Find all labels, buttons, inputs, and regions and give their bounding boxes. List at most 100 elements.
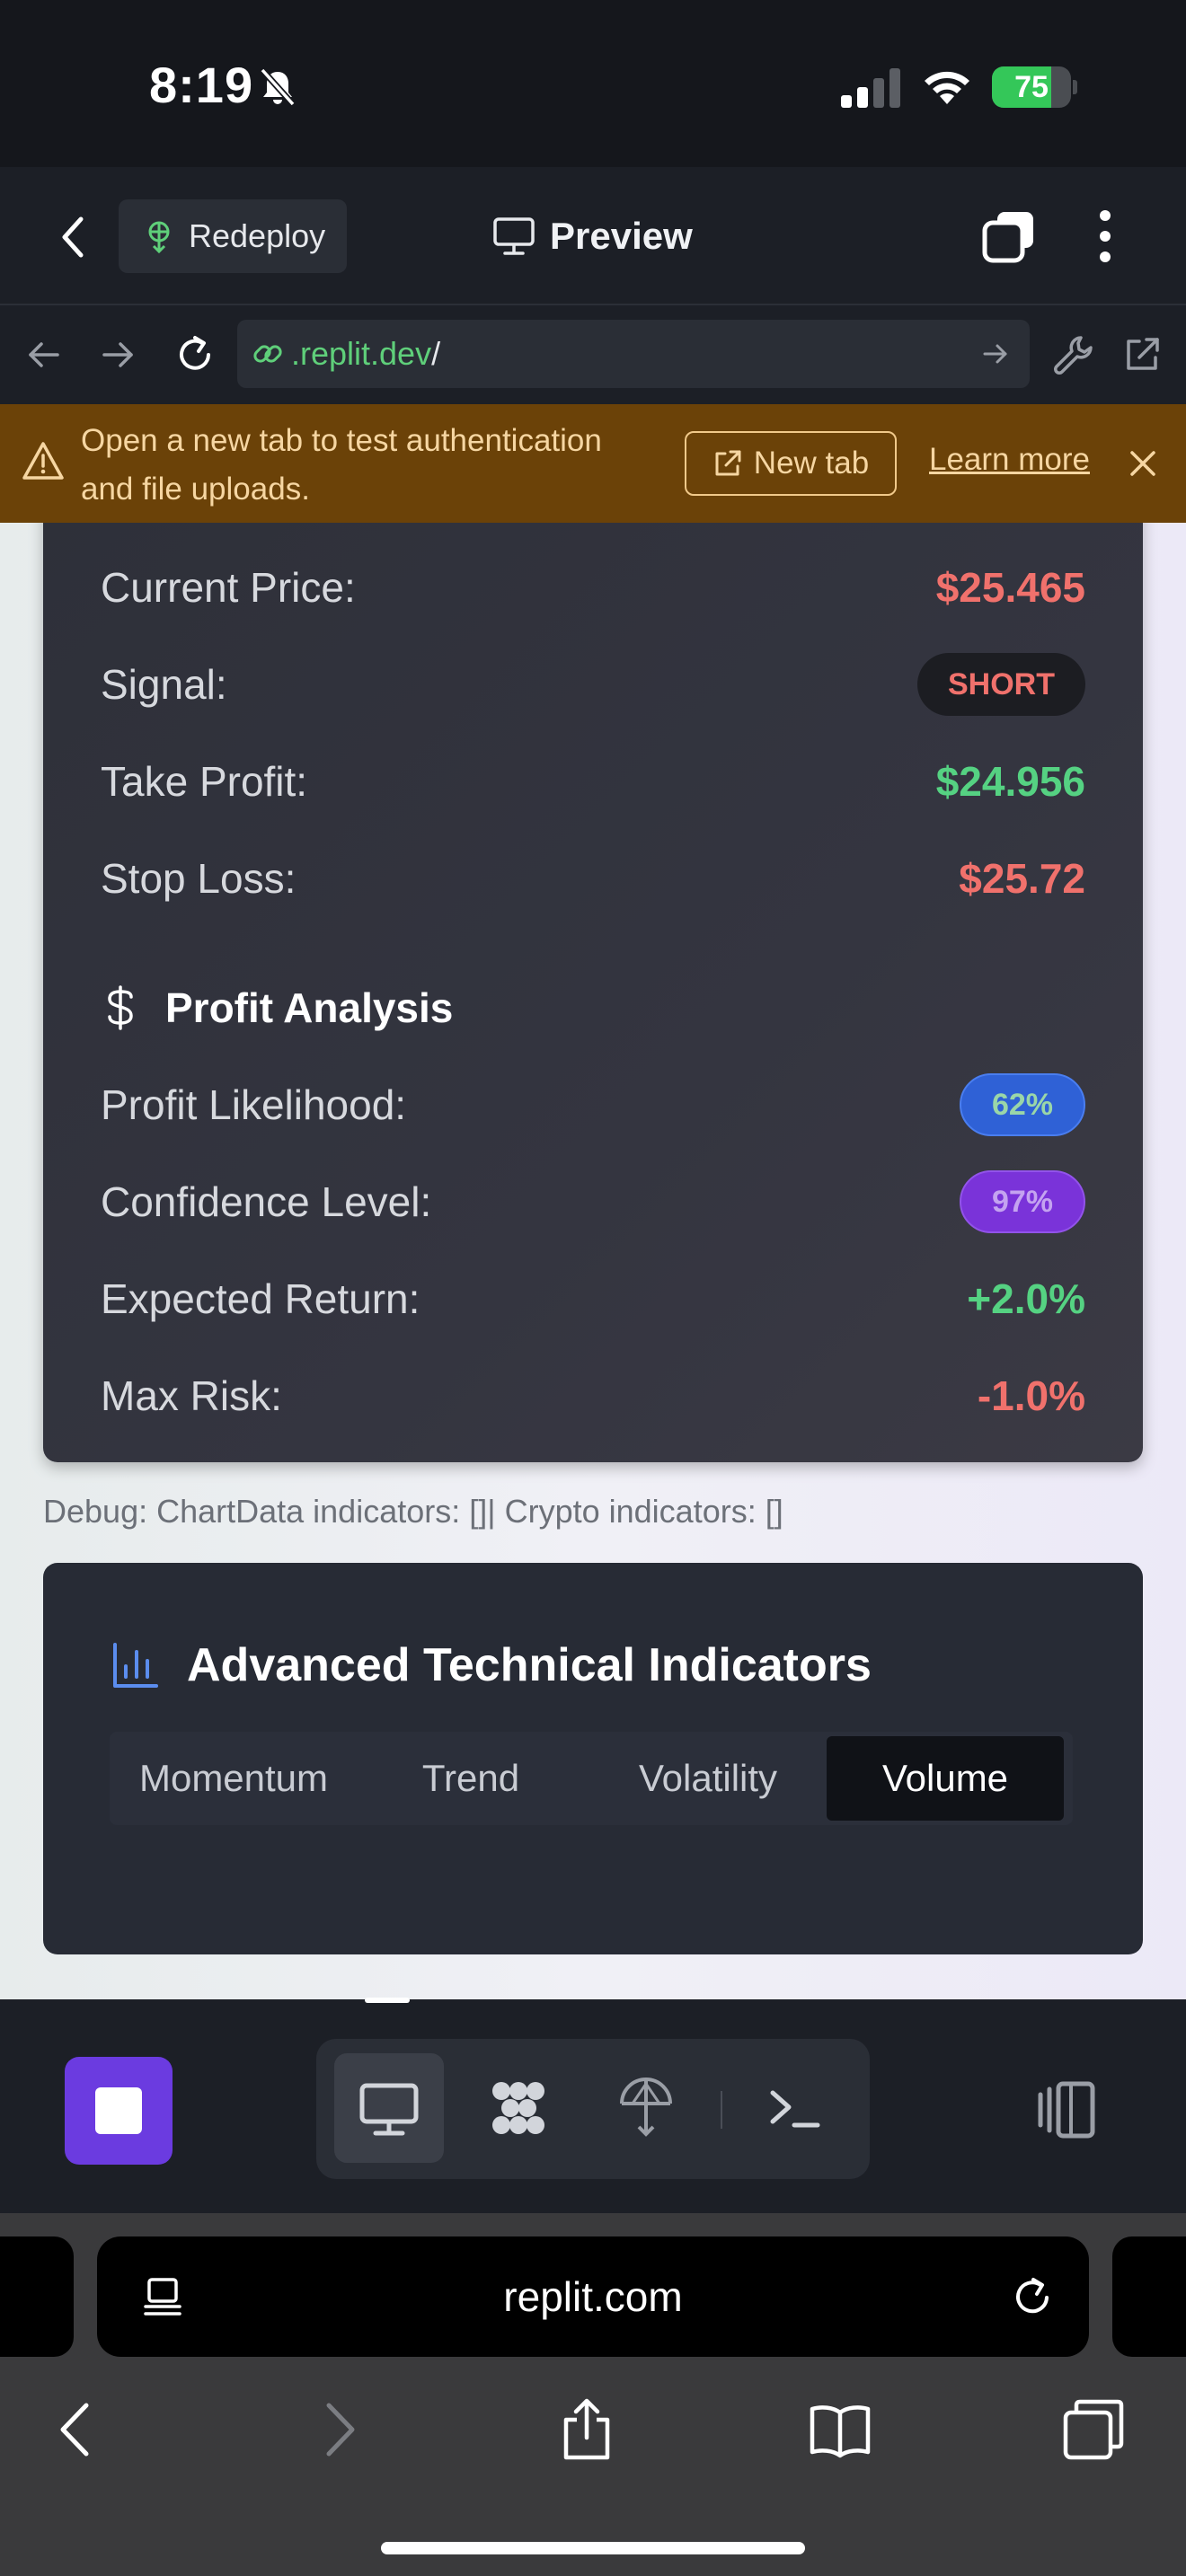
battery-indicator: 75	[992, 66, 1077, 108]
home-indicator	[381, 2542, 805, 2554]
dollar-icon	[108, 985, 133, 1030]
share-icon[interactable]	[555, 2398, 618, 2461]
take-profit-label: Take Profit:	[101, 758, 308, 805]
url-host: .replit.dev	[291, 335, 432, 372]
preview-title: Preview	[492, 208, 693, 264]
indicators-tabs: Momentum Trend Volatility Volume	[110, 1732, 1073, 1825]
bookmarks-icon[interactable]	[809, 2398, 872, 2461]
more-vertical-icon[interactable]	[1093, 208, 1118, 264]
reload-icon[interactable]	[1010, 2274, 1055, 2319]
tabs-overview-icon[interactable]	[1062, 2398, 1125, 2461]
go-arrow-icon[interactable]	[981, 340, 1010, 368]
stop-button[interactable]	[65, 2057, 173, 2165]
profit-likelihood-row: Profit Likelihood: 62%	[101, 1069, 1085, 1141]
current-price-value: $25.465	[935, 564, 1085, 611]
status-bar: 8:19 75	[0, 0, 1186, 167]
tool-group	[316, 2039, 870, 2179]
indicators-heading: Advanced Technical Indicators	[111, 1631, 872, 1699]
tab-volume[interactable]: Volume	[827, 1736, 1064, 1821]
learn-more-link[interactable]: Learn more	[929, 442, 1090, 478]
tool-divider	[721, 2091, 722, 2129]
redeploy-label: Redeploy	[189, 217, 326, 254]
status-time: 8:19	[149, 57, 254, 113]
stop-loss-label: Stop Loss:	[101, 855, 296, 902]
indicators-title: Advanced Technical Indicators	[187, 1639, 872, 1691]
tab-trend[interactable]: Trend	[352, 1736, 589, 1821]
terminal-icon	[770, 2090, 820, 2128]
profit-analysis-heading: Profit Analysis	[101, 972, 453, 1044]
signal-label: Signal:	[101, 661, 227, 708]
next-tab-peek[interactable]	[1112, 2236, 1186, 2357]
tabs-icon[interactable]	[979, 208, 1037, 264]
profit-analysis-title: Profit Analysis	[165, 984, 454, 1031]
bar-chart-icon	[113, 1643, 158, 1688]
debug-text: Debug: ChartData indicators: []| Crypto …	[43, 1493, 783, 1530]
confidence-label: Confidence Level:	[101, 1178, 432, 1225]
trade-signal-card: Current Price: $25.465 Signal: SHORT Tak…	[43, 523, 1143, 1462]
redeploy-button[interactable]: Redeploy	[119, 199, 347, 273]
wrench-icon[interactable]	[1051, 332, 1096, 377]
active-tool-indicator	[365, 1998, 410, 2003]
take-profit-value: $24.956	[935, 758, 1085, 805]
external-link-icon	[715, 450, 741, 476]
arrow-left-icon[interactable]	[25, 336, 63, 374]
arrow-right-icon[interactable]	[99, 336, 137, 374]
new-tab-button[interactable]: New tab	[685, 431, 897, 496]
bell-slash-icon	[260, 67, 296, 107]
stop-icon	[95, 2087, 142, 2134]
profit-likelihood-label: Profit Likelihood:	[101, 1081, 407, 1128]
current-price-label: Current Price:	[101, 564, 356, 611]
cellular-signal-icon	[841, 68, 900, 108]
tab-momentum[interactable]: Momentum	[115, 1736, 352, 1821]
previous-tab-peek[interactable]	[0, 2236, 74, 2357]
warning-banner: Open a new tab to test authentication an…	[0, 404, 1186, 523]
deploy-tool-button[interactable]	[591, 2053, 701, 2163]
reload-icon[interactable]	[173, 332, 217, 377]
take-profit-row: Take Profit: $24.956	[101, 745, 1085, 817]
deploy-icon	[148, 221, 170, 253]
wifi-icon	[925, 71, 969, 104]
replit-toolbar	[0, 1999, 1186, 2213]
warning-triangle-icon	[22, 442, 64, 480]
battery-percent: 75	[1014, 70, 1049, 104]
replit-header: Redeploy Preview	[0, 167, 1186, 305]
preview-label: Preview	[550, 215, 693, 257]
max-risk-label: Max Risk:	[101, 1372, 282, 1419]
agent-icon	[492, 2082, 544, 2134]
url-row: .replit.dev /	[0, 305, 1186, 404]
max-risk-value: -1.0%	[977, 1372, 1085, 1419]
url-field[interactable]: .replit.dev /	[237, 320, 1030, 388]
back-chevron-icon[interactable]	[56, 212, 92, 262]
tab-volatility[interactable]: Volatility	[589, 1736, 827, 1821]
link-icon	[253, 345, 282, 363]
stop-loss-row: Stop Loss: $25.72	[101, 842, 1085, 914]
monitor-icon	[493, 217, 535, 255]
split-view-icon[interactable]	[1035, 2078, 1098, 2141]
technical-indicators-card: Advanced Technical Indicators Momentum T…	[43, 1563, 1143, 1954]
signal-row: Signal: SHORT	[101, 648, 1085, 720]
shell-tool-button[interactable]	[740, 2053, 850, 2163]
close-icon[interactable]	[1125, 446, 1161, 481]
external-link-icon[interactable]	[1121, 334, 1163, 375]
expected-return-value: +2.0%	[967, 1275, 1085, 1322]
max-risk-row: Max Risk: -1.0%	[101, 1360, 1085, 1432]
confidence-row: Confidence Level: 97%	[101, 1166, 1085, 1238]
deploy-icon	[620, 2078, 672, 2137]
safari-bottom-bar: replit.com	[0, 2213, 1186, 2576]
address-bar[interactable]: replit.com	[97, 2236, 1089, 2357]
forward-icon[interactable]	[305, 2398, 368, 2461]
back-icon[interactable]	[47, 2398, 110, 2461]
warning-message: Open a new tab to test authentication an…	[81, 423, 602, 507]
current-price-row: Current Price: $25.465	[101, 551, 1085, 623]
address-text: replit.com	[503, 2273, 683, 2320]
app-content: Current Price: $25.465 Signal: SHORT Tak…	[0, 523, 1186, 1999]
monitor-icon	[359, 2083, 419, 2136]
url-path: /	[431, 335, 441, 372]
new-tab-label: New tab	[753, 446, 870, 481]
confidence-badge: 97%	[959, 1170, 1085, 1233]
stop-loss-value: $25.72	[959, 855, 1085, 902]
expected-return-label: Expected Return:	[101, 1275, 420, 1322]
agent-tool-button[interactable]	[464, 2053, 573, 2163]
preview-tool-button[interactable]	[334, 2053, 444, 2163]
expected-return-row: Expected Return: +2.0%	[101, 1263, 1085, 1335]
